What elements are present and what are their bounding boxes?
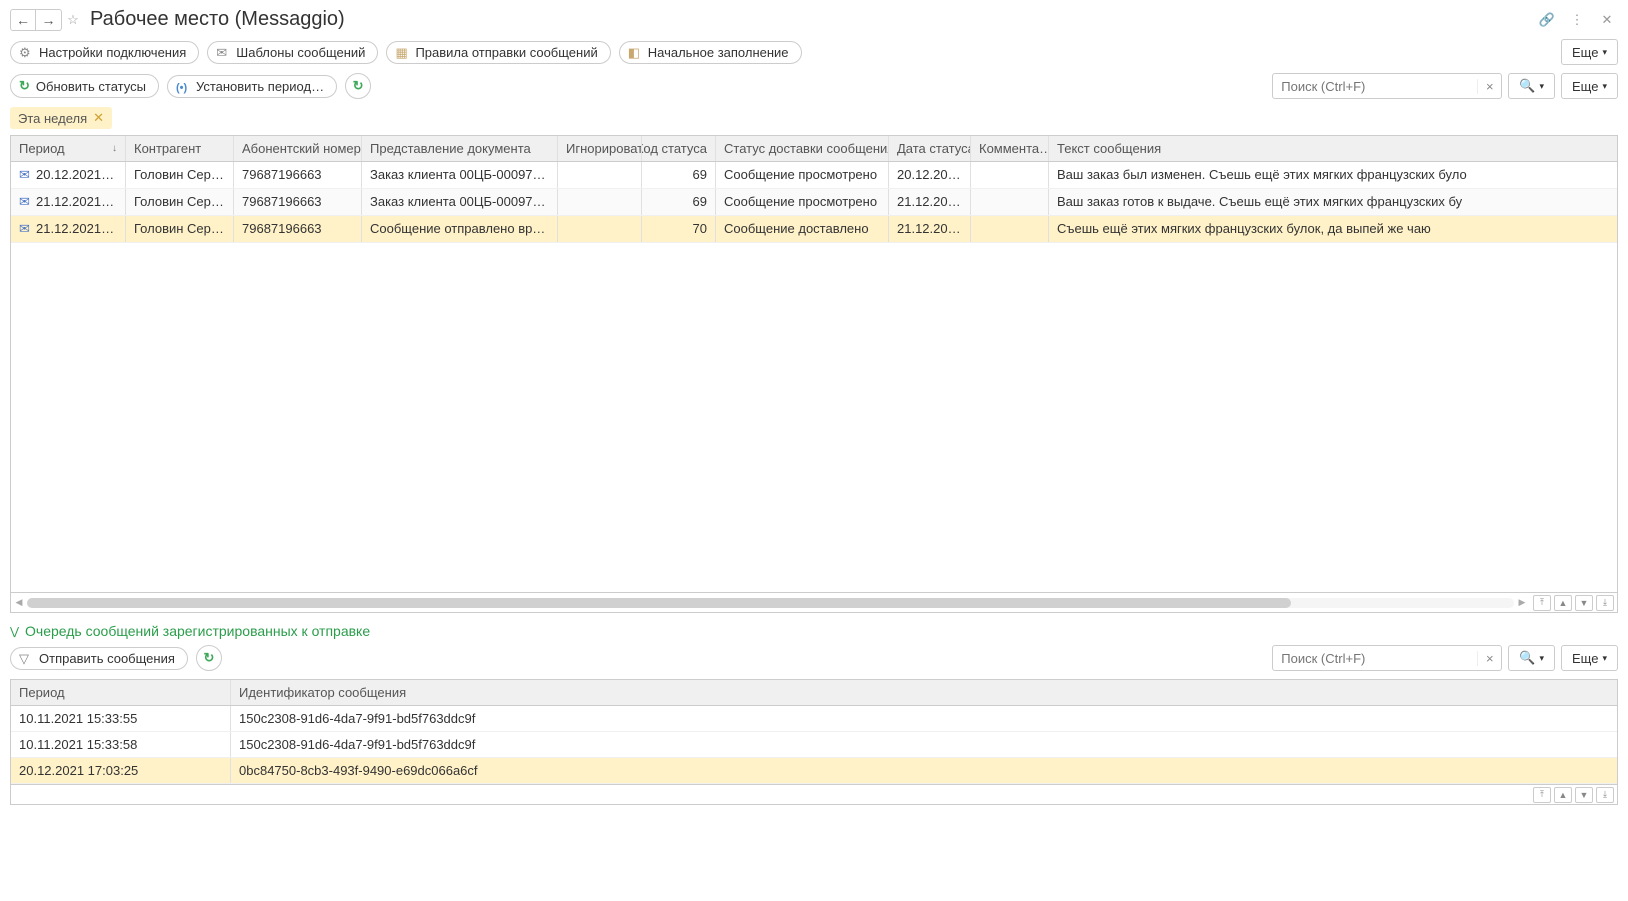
dropdown-icon: ▾ (1539, 653, 1544, 664)
refresh-icon: ↻ (203, 650, 214, 666)
th-comment[interactable]: Коммента… (971, 136, 1049, 161)
goto-bottom-button[interactable]: ⤓ (1596, 595, 1614, 611)
refresh-icon: ↻ (19, 78, 30, 94)
queue-table-body: 10.11.2021 15:33:55150c2308-91d6-4da7-9f… (11, 706, 1617, 784)
send-messages-button[interactable]: Отправить сообщения (10, 647, 188, 670)
th-queue-message-id[interactable]: Идентификатор сообщения (231, 680, 1617, 705)
goto-down-button[interactable]: ▼ (1575, 595, 1593, 611)
connection-settings-button[interactable]: Настройки подключения (10, 41, 199, 64)
period-icon (176, 79, 190, 93)
sort-icon: ↓ (112, 143, 117, 154)
refresh-button[interactable]: ↻ (345, 73, 371, 99)
th-counterparty[interactable]: Контрагент (126, 136, 234, 161)
nav-forward-button[interactable]: → (36, 9, 62, 31)
goto-up-button[interactable]: ▲ (1554, 595, 1572, 611)
page-title: Рабочее место (Messaggio) (90, 8, 345, 31)
refresh-statuses-button[interactable]: ↻Обновить статусы (10, 74, 159, 98)
clear-search-button[interactable]: × (1477, 79, 1501, 94)
queue-table-header: Период Идентификатор сообщения (11, 680, 1617, 706)
chevron-down-icon: ⋁ (10, 625, 19, 638)
th-status-date[interactable]: Дата статуса (889, 136, 971, 161)
send-rules-button[interactable]: Правила отправки сообщений (386, 41, 610, 64)
initial-fill-button[interactable]: Начальное заполнение (619, 41, 802, 64)
th-subscriber-number[interactable]: Абонентский номер (234, 136, 362, 161)
more-button-1[interactable]: Еще▾ (1561, 39, 1618, 65)
queue-goto-down-button[interactable]: ▼ (1575, 787, 1593, 803)
queue-goto-bottom-button[interactable]: ⤓ (1596, 787, 1614, 803)
scrollbar-track[interactable] (27, 598, 1514, 608)
table-row[interactable]: ✉21.12.2021 …Головин Серге…79687196663Со… (11, 216, 1617, 243)
dropdown-icon: ▾ (1602, 47, 1607, 58)
th-document[interactable]: Представление документа (362, 136, 558, 161)
envelope-icon: ✉ (19, 167, 33, 183)
table-row[interactable]: ✉21.12.2021 …Головин Серге…79687196663За… (11, 189, 1617, 216)
refresh-queue-button[interactable]: ↻ (196, 645, 222, 671)
table-row[interactable]: 10.11.2021 15:33:55150c2308-91d6-4da7-9f… (11, 706, 1617, 732)
scroll-right-icon[interactable]: ▶ (1514, 597, 1530, 608)
scrollbar-thumb[interactable] (27, 598, 1291, 608)
remove-filter-icon[interactable]: ✕ (93, 110, 104, 126)
queue-search-button[interactable]: 🔍▾ (1508, 645, 1555, 671)
kebab-menu-icon[interactable]: ⋮ (1566, 9, 1588, 31)
search-icon: 🔍 (1519, 78, 1535, 94)
th-ignore[interactable]: Игнорировать (558, 136, 642, 161)
search-button[interactable]: 🔍▾ (1508, 73, 1555, 99)
th-period[interactable]: Период↓ (11, 136, 126, 161)
queue-goto-up-button[interactable]: ▲ (1554, 787, 1572, 803)
queue-search-input[interactable] (1273, 651, 1477, 666)
favorite-icon[interactable]: ☆ (62, 9, 84, 31)
envelope-icon: ✉ (19, 221, 33, 237)
template-icon (216, 45, 230, 59)
table-row[interactable]: ✉20.12.2021 …Головин Серге…79687196663За… (11, 162, 1617, 189)
search-input[interactable] (1273, 79, 1477, 94)
th-queue-period[interactable]: Период (11, 680, 231, 705)
table-body: ✉20.12.2021 …Головин Серге…79687196663За… (11, 162, 1617, 592)
th-delivery-status[interactable]: Статус доставки сообщения (716, 136, 889, 161)
th-message-text[interactable]: Текст сообщения (1049, 136, 1617, 161)
dropdown-icon: ▾ (1602, 653, 1607, 664)
clear-queue-search-button[interactable]: × (1477, 651, 1501, 666)
refresh-icon: ↻ (353, 78, 364, 94)
th-status-code[interactable]: Код статуса (642, 136, 716, 161)
close-icon[interactable]: ✕ (1596, 9, 1618, 31)
queue-search-box: × (1272, 645, 1502, 671)
queue-goto-top-button[interactable]: ⤒ (1533, 787, 1551, 803)
scroll-left-icon[interactable]: ◀ (11, 597, 27, 608)
table-row[interactable]: 10.11.2021 15:33:58150c2308-91d6-4da7-9f… (11, 732, 1617, 758)
dropdown-icon: ▾ (1602, 81, 1607, 92)
table-row[interactable]: 20.12.2021 17:03:250bc84750-8cb3-493f-94… (11, 758, 1617, 784)
more-button-2[interactable]: Еще▾ (1561, 73, 1618, 99)
goto-top-button[interactable]: ⤒ (1533, 595, 1551, 611)
fill-icon (628, 45, 642, 59)
filter-chip-period[interactable]: Эта неделя ✕ (10, 107, 112, 129)
search-box: × (1272, 73, 1502, 99)
rules-icon (395, 45, 409, 59)
set-period-button[interactable]: Установить период… (167, 75, 337, 98)
envelope-icon: ✉ (19, 194, 33, 210)
queue-section-toggle[interactable]: ⋁ Очередь сообщений зарегистрированных к… (10, 623, 1618, 639)
nav-back-button[interactable]: ← (10, 9, 36, 31)
dropdown-icon: ▾ (1539, 81, 1544, 92)
link-icon[interactable]: 🔗 (1536, 9, 1558, 31)
gear-icon (19, 45, 33, 59)
message-templates-button[interactable]: Шаблоны сообщений (207, 41, 378, 64)
search-icon: 🔍 (1519, 650, 1535, 666)
table-header: Период↓ Контрагент Абонентский номер Пре… (11, 136, 1617, 162)
funnel-icon (19, 651, 33, 665)
queue-more-button[interactable]: Еще▾ (1561, 645, 1618, 671)
